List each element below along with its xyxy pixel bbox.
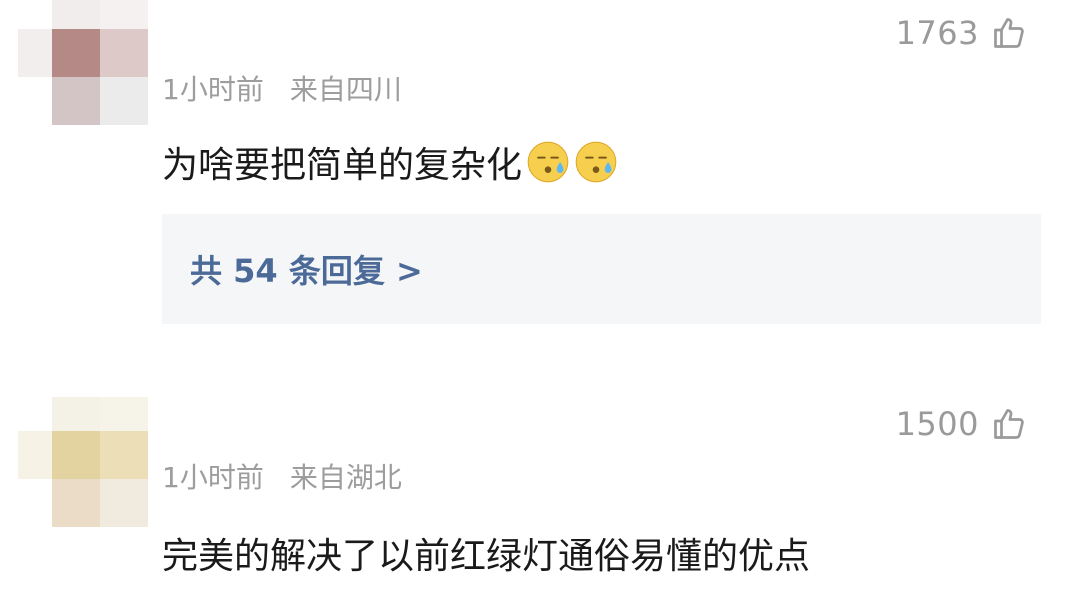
comment-meta: 1小时前 来自湖北 (162, 456, 402, 496)
comment-time: 1小时前 (162, 73, 264, 106)
like-button[interactable]: 1763 (896, 14, 1027, 52)
replies-count-label: 共 54 条回复 > (190, 252, 423, 290)
thumbs-up-icon (994, 409, 1024, 439)
comment-item: 1500 1小时前 来自湖北 完美的解决了以前红绿灯通俗易懂的优点 (0, 380, 1073, 595)
comment-location: 来自湖北 (289, 461, 402, 494)
like-button[interactable]: 1500 (896, 405, 1027, 443)
like-count: 1500 (895, 405, 979, 443)
comment-text: 为啥要把简单的复杂化 (162, 145, 523, 186)
comment-time: 1小时前 (162, 461, 264, 494)
like-count: 1763 (895, 14, 979, 52)
sweat-face-emoji-icon (527, 141, 569, 183)
avatar[interactable] (18, 0, 148, 125)
view-replies-button[interactable]: 共 54 条回复 > (162, 214, 1041, 324)
comment-text-row: 完美的解决了以前红绿灯通俗易懂的优点 (162, 527, 810, 579)
comment-meta: 1小时前 来自四川 (162, 68, 402, 108)
comment-text-row: 为啥要把简单的复杂化 (162, 136, 618, 188)
avatar[interactable] (18, 397, 148, 527)
comment-location: 来自四川 (289, 73, 402, 106)
thumbs-up-icon (994, 18, 1024, 48)
sweat-face-emoji-icon (575, 141, 617, 183)
comment-text: 完美的解决了以前红绿灯通俗易懂的优点 (162, 536, 811, 577)
comment-item: 1763 1小时前 来自四川 为啥要把简单的复杂化 共 54 条回复 > (0, 0, 1073, 340)
